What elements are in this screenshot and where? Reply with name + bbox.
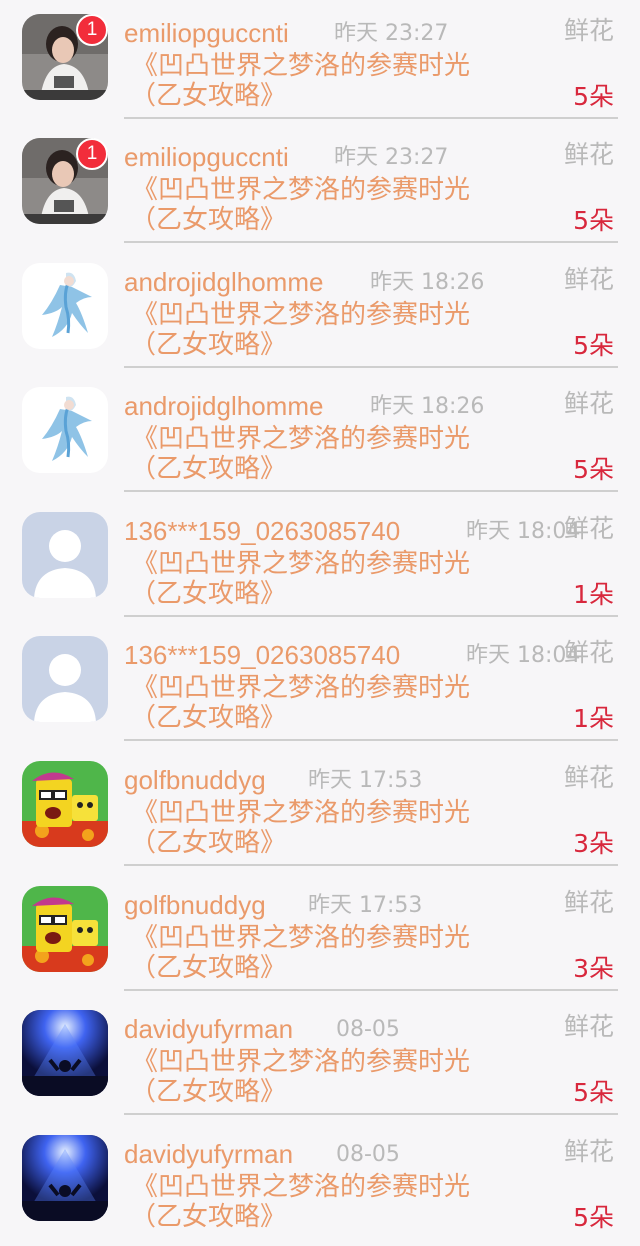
work-title-line2[interactable]: （乙女攻略》	[130, 453, 286, 485]
username-link[interactable]: emiliopguccnti	[124, 16, 289, 50]
row-divider	[124, 739, 618, 741]
avatar-concert-icon[interactable]	[22, 1010, 108, 1096]
work-title-line2[interactable]: （乙女攻略》	[130, 1076, 286, 1108]
gift-count: 3朵	[573, 954, 614, 983]
default-avatar-icon[interactable]	[22, 512, 108, 598]
work-title-line1[interactable]: 《凹凸世界之梦洛的参赛时光	[132, 672, 470, 704]
work-title-line1[interactable]: 《凹凸世界之梦洛的参赛时光	[132, 797, 470, 829]
timestamp: 昨天 18:26	[370, 394, 485, 419]
work-title-line1[interactable]: 《凹凸世界之梦洛的参赛时光	[132, 548, 470, 580]
gift-type-label: 鲜花	[563, 1012, 614, 1041]
work-title-line2[interactable]: （乙女攻略》	[130, 1201, 286, 1233]
work-title-line2[interactable]: （乙女攻略》	[130, 80, 286, 112]
row-divider	[124, 615, 618, 617]
work-title-line1[interactable]: 《凹凸世界之梦洛的参赛时光	[132, 1046, 470, 1078]
gift-count: 5朵	[573, 206, 614, 235]
list-item[interactable]: golfbnuddyg 昨天 17:53 鲜花 《凹凸世界之梦洛的参赛时光 （乙…	[0, 747, 640, 872]
gift-type-label: 鲜花	[563, 16, 614, 45]
gift-type-label: 鲜花	[563, 389, 614, 418]
work-title-line1[interactable]: 《凹凸世界之梦洛的参赛时光	[132, 299, 470, 331]
username-link[interactable]: golfbnuddyg	[124, 763, 266, 797]
avatar-cartoon-icon[interactable]	[22, 761, 108, 847]
work-title-line2[interactable]: （乙女攻略》	[130, 702, 286, 734]
avatar-anime-icon[interactable]	[22, 263, 108, 349]
list-item[interactable]: davidyufyrman 08-05 鲜花 《凹凸世界之梦洛的参赛时光 （乙女…	[0, 996, 640, 1121]
gift-type-label: 鲜花	[563, 265, 614, 294]
gift-count: 5朵	[573, 82, 614, 111]
list-item[interactable]: 1 emiliopguccnti 昨天 23:27 鲜花 《凹凸世界之梦洛的参赛…	[0, 124, 640, 249]
username-link[interactable]: 136***159_0263085740	[124, 638, 400, 672]
list-item[interactable]: davidyufyrman 08-05 鲜花 《凹凸世界之梦洛的参赛时光 （乙女…	[0, 1121, 640, 1246]
gift-type-label: 鲜花	[563, 514, 614, 543]
unread-badge: 1	[76, 138, 108, 170]
avatar-concert-icon[interactable]	[22, 1135, 108, 1221]
work-title-line1[interactable]: 《凹凸世界之梦洛的参赛时光	[132, 423, 470, 455]
gift-count: 3朵	[573, 829, 614, 858]
timestamp: 昨天 23:27	[334, 145, 449, 170]
row-divider	[124, 241, 618, 243]
list-item[interactable]: androjidglhomme 昨天 18:26 鲜花 《凹凸世界之梦洛的参赛时…	[0, 373, 640, 498]
row-divider	[124, 117, 618, 119]
gift-count: 5朵	[573, 1203, 614, 1232]
gift-record-list: 1 emiliopguccnti 昨天 23:27 鲜花 《凹凸世界之梦洛的参赛…	[0, 0, 640, 1241]
gift-count: 5朵	[573, 1078, 614, 1107]
username-link[interactable]: androjidglhomme	[124, 265, 323, 299]
gift-type-label: 鲜花	[563, 638, 614, 667]
row-divider	[124, 1113, 618, 1115]
username-link[interactable]: emiliopguccnti	[124, 140, 289, 174]
gift-type-label: 鲜花	[563, 140, 614, 169]
gift-type-label: 鲜花	[563, 1137, 614, 1166]
username-link[interactable]: davidyufyrman	[124, 1012, 293, 1046]
list-item[interactable]: 136***159_0263085740 昨天 18:04 鲜花 《凹凸世界之梦…	[0, 498, 640, 623]
username-link[interactable]: davidyufyrman	[124, 1137, 293, 1171]
list-item[interactable]: golfbnuddyg 昨天 17:53 鲜花 《凹凸世界之梦洛的参赛时光 （乙…	[0, 872, 640, 997]
gift-count: 1朵	[573, 580, 614, 609]
work-title-line2[interactable]: （乙女攻略》	[130, 827, 286, 859]
work-title-line1[interactable]: 《凹凸世界之梦洛的参赛时光	[132, 50, 470, 82]
timestamp: 昨天 23:27	[334, 21, 449, 46]
list-item[interactable]: 136***159_0263085740 昨天 18:04 鲜花 《凹凸世界之梦…	[0, 622, 640, 747]
username-link[interactable]: golfbnuddyg	[124, 888, 266, 922]
default-avatar-icon[interactable]	[22, 636, 108, 722]
avatar-cartoon-icon[interactable]	[22, 886, 108, 972]
work-title-line2[interactable]: （乙女攻略》	[130, 952, 286, 984]
work-title-line2[interactable]: （乙女攻略》	[130, 329, 286, 361]
timestamp: 08-05	[336, 1017, 400, 1042]
timestamp: 08-05	[336, 1142, 400, 1167]
gift-type-label: 鲜花	[563, 888, 614, 917]
row-divider	[124, 490, 618, 492]
gift-count: 5朵	[573, 455, 614, 484]
timestamp: 昨天 17:53	[308, 893, 423, 918]
work-title-line1[interactable]: 《凹凸世界之梦洛的参赛时光	[132, 1171, 470, 1203]
username-link[interactable]: androjidglhomme	[124, 389, 323, 423]
work-title-line1[interactable]: 《凹凸世界之梦洛的参赛时光	[132, 174, 470, 206]
work-title-line2[interactable]: （乙女攻略》	[130, 578, 286, 610]
avatar-anime-icon[interactable]	[22, 387, 108, 473]
unread-badge: 1	[76, 14, 108, 46]
gift-type-label: 鲜花	[563, 763, 614, 792]
gift-count: 1朵	[573, 704, 614, 733]
row-divider	[124, 989, 618, 991]
work-title-line1[interactable]: 《凹凸世界之梦洛的参赛时光	[132, 922, 470, 954]
timestamp: 昨天 18:26	[370, 270, 485, 295]
list-item[interactable]: androjidglhomme 昨天 18:26 鲜花 《凹凸世界之梦洛的参赛时…	[0, 249, 640, 374]
work-title-line2[interactable]: （乙女攻略》	[130, 204, 286, 236]
gift-count: 5朵	[573, 331, 614, 360]
row-divider	[124, 366, 618, 368]
timestamp: 昨天 17:53	[308, 768, 423, 793]
username-link[interactable]: 136***159_0263085740	[124, 514, 400, 548]
list-item[interactable]: 1 emiliopguccnti 昨天 23:27 鲜花 《凹凸世界之梦洛的参赛…	[0, 0, 640, 125]
row-divider	[124, 864, 618, 866]
